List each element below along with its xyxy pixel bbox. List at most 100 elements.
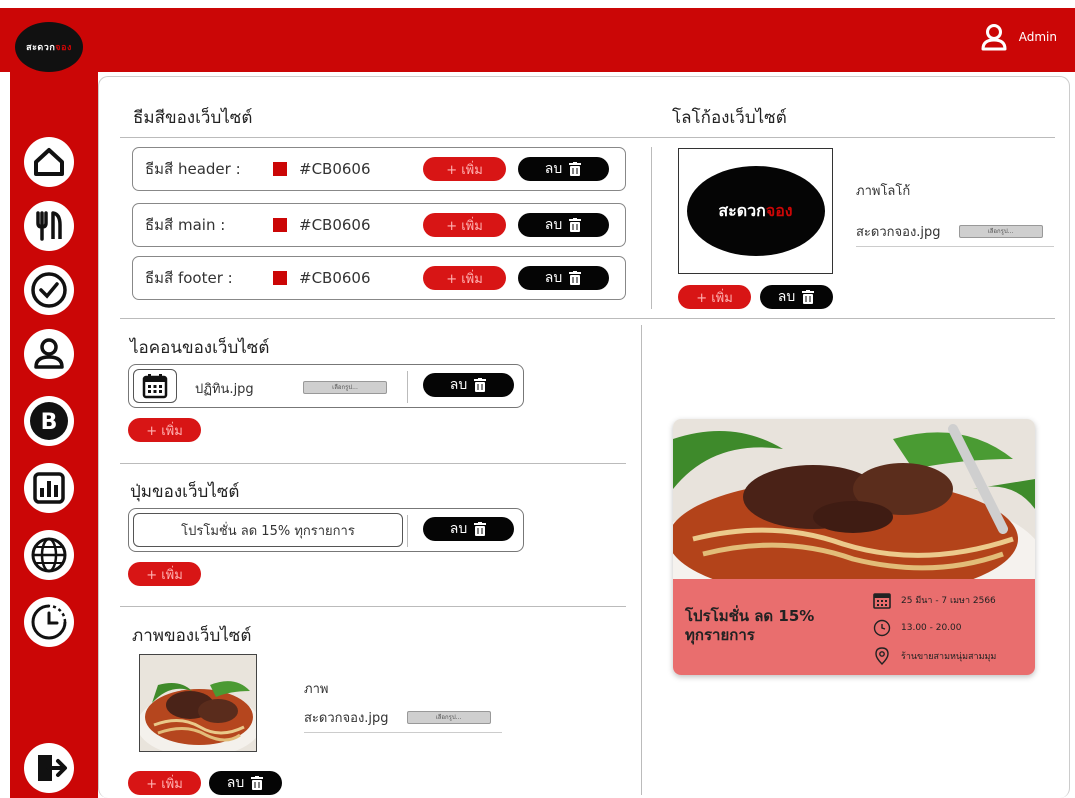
theme-label: ธีมสี footer : — [145, 269, 233, 287]
nav-history-button[interactable] — [21, 594, 77, 650]
theme-label: ธีมสี main : — [145, 216, 226, 234]
logo-divider — [640, 137, 1055, 138]
color-swatch[interactable] — [273, 162, 287, 176]
theme-footer-delete-button[interactable]: ลบ — [518, 266, 609, 290]
logo-choose-file-button[interactable]: เลือกรูป... — [958, 225, 1043, 238]
theme-section-title: ธีมสีของเว็บไซต์ — [133, 108, 253, 128]
user-name: Admin — [1018, 30, 1057, 44]
section-vertical-divider — [651, 147, 652, 309]
theme-main-add-button[interactable]: + เพิ่ม — [423, 213, 506, 237]
top-bar — [0, 8, 1075, 72]
image-choose-file-button[interactable]: เลือกรูป... — [406, 711, 491, 724]
icon-preview — [133, 369, 177, 403]
promo-food-image — [673, 419, 1035, 579]
theme-header-delete-button[interactable]: ลบ — [518, 157, 609, 181]
nav-payment-button[interactable]: B — [21, 393, 77, 449]
calendar-icon — [142, 374, 168, 399]
content-vertical-divider — [641, 325, 642, 795]
promo-location: ร้านขายสามหนุ่มสามมุม — [901, 652, 997, 662]
promo-info-panel: โปรโมชั่น ลด 15% ทุกรายการ 25 มีนา - 7 เ… — [673, 579, 1035, 675]
user-icon — [981, 24, 1007, 51]
promo-title-line1: โปรโมชั่น ลด 15% — [685, 607, 815, 625]
logo-add-button[interactable]: + เพิ่ม — [678, 285, 751, 309]
icon-file-name: ปฏิทิน.jpg — [195, 382, 254, 397]
trash-icon — [474, 522, 487, 536]
button-divider — [120, 606, 626, 607]
nav-website-button[interactable] — [21, 527, 77, 583]
button-text-input[interactable]: โปรโมชั่น ลด 15% ทุกรายการ — [133, 513, 403, 547]
color-swatch[interactable] — [273, 218, 287, 232]
image-delete-button[interactable]: ลบ — [209, 771, 282, 795]
color-hex: #CB0606 — [299, 216, 371, 234]
row-divider — [407, 515, 408, 547]
logo-text-red: จอง — [765, 200, 793, 220]
button-delete-button[interactable]: ลบ — [423, 517, 514, 541]
delete-label: ลบ — [226, 775, 245, 791]
location-pin-icon — [875, 647, 889, 665]
promo-location-row: ร้านขายสามหนุ่มสามมุม — [873, 647, 996, 665]
logo-image-label: ภาพโลโก้ — [856, 184, 911, 199]
trash-icon — [569, 271, 582, 285]
nav-report-button[interactable] — [21, 460, 77, 516]
brand-logo-text-red: จอง — [55, 43, 72, 53]
image-label: ภาพ — [304, 682, 329, 697]
theme-footer-add-button[interactable]: + เพิ่ม — [423, 266, 506, 290]
middle-divider — [120, 318, 1055, 319]
theme-header-add-button[interactable]: + เพิ่ม — [423, 157, 506, 181]
image-thumbnail — [139, 654, 257, 752]
color-swatch[interactable] — [273, 271, 287, 285]
icon-delete-button[interactable]: ลบ — [423, 373, 514, 397]
calendar-icon — [873, 593, 891, 609]
logo-delete-button[interactable]: ลบ — [760, 285, 833, 309]
bar-chart-icon — [24, 463, 74, 513]
theme-label: ธีมสี header : — [145, 160, 241, 178]
icon-add-button[interactable]: + เพิ่ม — [128, 418, 201, 442]
bitcoin-icon: B — [24, 396, 74, 446]
promo-time: 13.00 - 20.00 — [901, 623, 962, 633]
delete-label: ลบ — [544, 270, 563, 286]
logo-preview: สะดวก จอง — [678, 148, 833, 274]
trash-icon — [802, 290, 815, 304]
svg-text:B: B — [41, 410, 58, 435]
logo-text-white: สะดวก — [718, 200, 766, 220]
check-circle-icon — [24, 265, 74, 315]
clock-icon — [873, 619, 891, 637]
delete-label: ลบ — [544, 161, 563, 177]
button-add-button[interactable]: + เพิ่ม — [128, 562, 201, 586]
icon-section-title: ไอคอนของเว็บไซต์ — [130, 338, 270, 358]
trash-icon — [569, 162, 582, 176]
brand-logo[interactable]: สะดวก จอง — [15, 22, 83, 72]
button-section-title: ปุ่มของเว็บไซต์ — [130, 482, 240, 502]
globe-icon — [24, 530, 74, 580]
delete-label: ลบ — [449, 521, 468, 537]
image-section-title: ภาพของเว็บไซต์ — [132, 626, 252, 646]
trash-icon — [474, 378, 487, 392]
row-divider — [407, 371, 408, 403]
image-file-row: สะดวกจอง.jpg เลือกรูป... — [304, 707, 502, 733]
image-add-button[interactable]: + เพิ่ม — [128, 771, 201, 795]
nav-user-button[interactable] — [21, 326, 77, 382]
theme-main-delete-button[interactable]: ลบ — [518, 213, 609, 237]
delete-label: ลบ — [777, 289, 796, 305]
promo-time-row: 13.00 - 20.00 — [873, 619, 962, 637]
color-hex: #CB0606 — [299, 269, 371, 287]
nav-check-button[interactable] — [21, 262, 77, 318]
restaurant-icon — [24, 201, 74, 251]
nav-home-button[interactable] — [21, 134, 77, 190]
icon-choose-file-button[interactable]: เลือกรูป... — [303, 381, 387, 394]
delete-label: ลบ — [544, 217, 563, 233]
theme-divider — [120, 137, 640, 138]
logout-icon — [24, 743, 74, 793]
nav-restaurant-button[interactable] — [21, 198, 77, 254]
logo-file-name: สะดวกจอง.jpg — [856, 225, 941, 240]
user-menu[interactable]: Admin — [979, 22, 1057, 52]
nav-logout-button[interactable] — [21, 740, 77, 796]
promo-date: 25 มีนา - 7 เมษา 2566 — [901, 596, 996, 606]
promo-preview-card[interactable]: โปรโมชั่น ลด 15% ทุกรายการ 25 มีนา - 7 เ… — [673, 419, 1035, 675]
trash-icon — [569, 218, 582, 232]
promo-date-row: 25 มีนา - 7 เมษา 2566 — [873, 591, 996, 609]
image-file-name: สะดวกจอง.jpg — [304, 711, 389, 726]
logo-file-row: สะดวกจอง.jpg เลือกรูป... — [856, 221, 1054, 247]
color-hex: #CB0606 — [299, 160, 371, 178]
user-icon — [24, 329, 74, 379]
